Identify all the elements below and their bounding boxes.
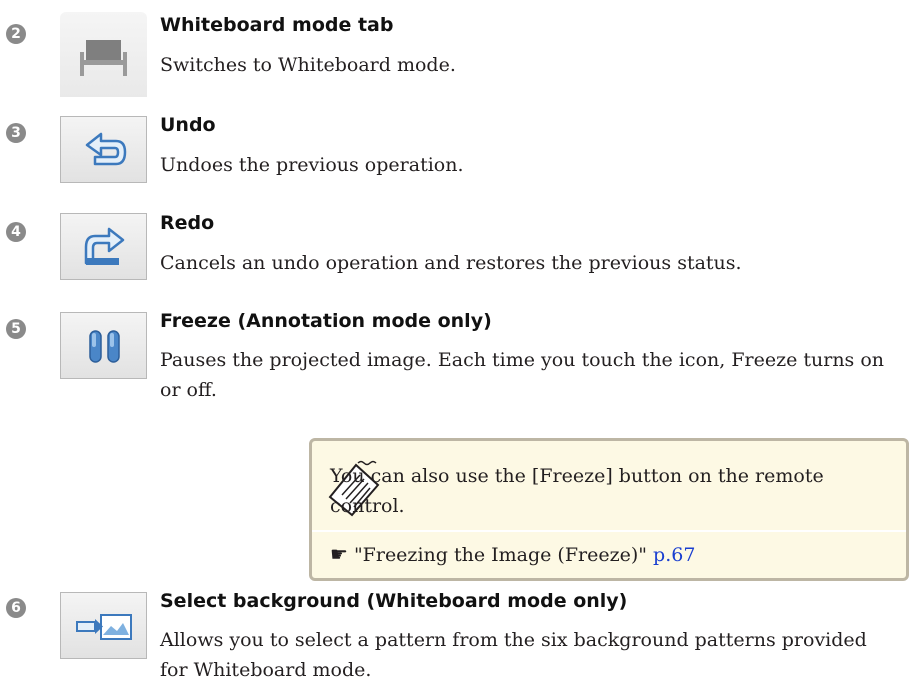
item-title: Redo [160,212,215,234]
pointing-hand-icon: ☛ [330,542,348,566]
note-box: You can also use the [Freeze] button on … [309,438,909,581]
step-number: 2 [6,24,26,44]
item-title: Freeze (Annotation mode only) [160,310,492,332]
undo-icon [60,116,147,183]
item-description: Cancels an undo operation and restores t… [160,252,742,274]
step-number: 3 [6,123,26,143]
freeze-icon [60,312,147,379]
whiteboard-tab-icon [60,12,147,97]
item-description: Undoes the previous operation. [160,154,464,176]
note-body: You can also use the [Freeze] button on … [330,465,824,517]
item-title: Undo [160,114,216,136]
item-description: Allows you to select a pattern from the … [160,629,867,681]
item-description: Switches to Whiteboard mode. [160,54,456,76]
note-divider [312,530,906,532]
item-title: Whiteboard mode tab [160,14,394,36]
reference-title: "Freezing the Image (Freeze)" [353,544,647,566]
step-number: 4 [6,222,26,242]
item-description: Pauses the projected image. Each time yo… [160,349,885,401]
page-link[interactable]: p.67 [653,544,695,566]
cross-reference: ☛ "Freezing the Image (Freeze)" p.67 [330,542,695,566]
step-number: 5 [6,319,26,339]
item-title: Select background (Whiteboard mode only) [160,590,628,612]
redo-icon [60,213,147,280]
select-background-icon [60,592,147,659]
step-number: 6 [6,598,26,618]
